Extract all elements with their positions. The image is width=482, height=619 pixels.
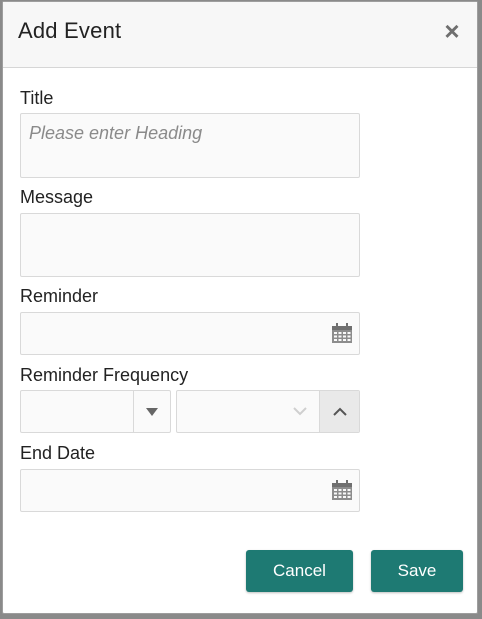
stepper-decrement[interactable] — [280, 391, 320, 432]
add-event-dialog: Add Event × Title Message Reminder Remin… — [2, 1, 478, 614]
reminder-field-container — [20, 312, 360, 355]
reminder-frequency-label: Reminder Frequency — [20, 365, 189, 385]
chevron-up-icon — [332, 407, 347, 416]
title-field-container — [20, 113, 360, 178]
message-label: Message — [20, 187, 94, 207]
end-date-input[interactable] — [21, 470, 321, 511]
end-date-label: End Date — [20, 443, 96, 463]
save-button[interactable]: Save — [371, 550, 463, 592]
caret-down-icon — [146, 407, 158, 416]
frequency-unit-select[interactable] — [20, 390, 171, 433]
dialog-title: Add Event — [18, 18, 122, 43]
title-input[interactable] — [21, 114, 359, 177]
reminder-date-input[interactable] — [21, 313, 321, 354]
end-date-field-container — [20, 469, 360, 512]
frequency-select-toggle[interactable] — [133, 391, 170, 432]
title-label: Title — [20, 88, 54, 108]
calendar-icon[interactable] — [331, 322, 353, 344]
stepper-increment[interactable] — [319, 391, 359, 432]
chevron-down-icon — [293, 407, 307, 416]
message-input[interactable] — [21, 214, 359, 276]
message-field-container — [20, 213, 360, 277]
frequency-count-stepper[interactable] — [176, 390, 360, 433]
close-icon[interactable]: × — [441, 18, 463, 44]
reminder-label: Reminder — [20, 286, 99, 306]
cancel-button[interactable]: Cancel — [246, 550, 353, 592]
dialog-header: Add Event × — [3, 2, 477, 68]
calendar-icon[interactable] — [331, 479, 353, 501]
